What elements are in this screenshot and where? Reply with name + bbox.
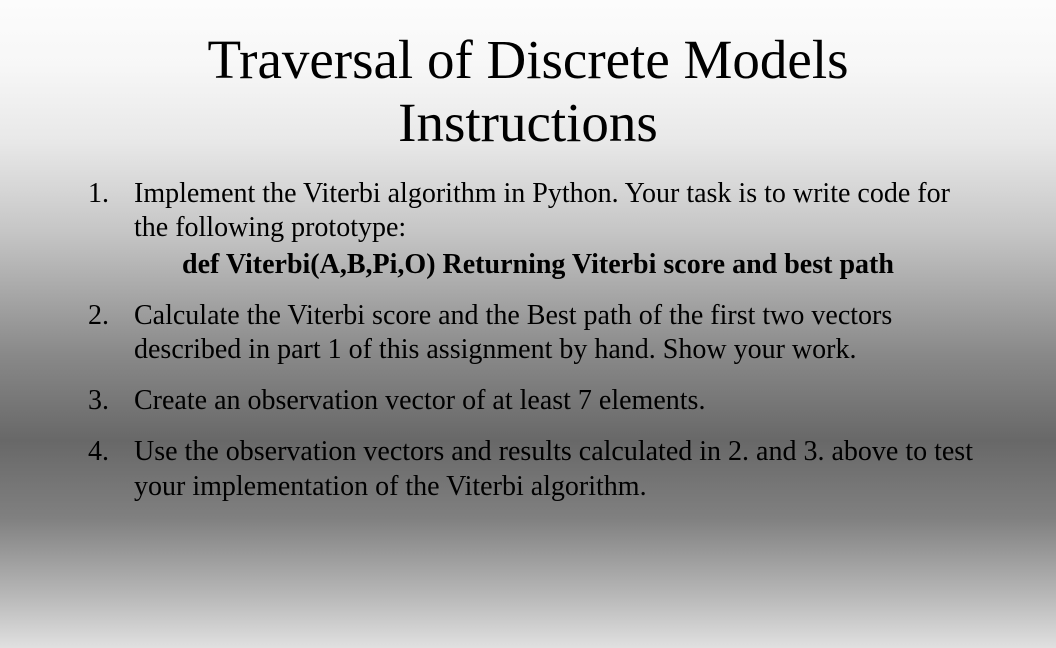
- list-item: Implement the Viterbi algorithm in Pytho…: [134, 177, 988, 283]
- list-item: Use the observation vectors and results …: [134, 435, 988, 504]
- instructions-list: Implement the Viterbi algorithm in Pytho…: [68, 177, 988, 505]
- title-line-2: Instructions: [398, 92, 658, 153]
- list-item: Create an observation vector of at least…: [134, 384, 988, 419]
- list-item-text: Use the observation vectors and results …: [134, 436, 973, 502]
- slide-title: Traversal of Discrete Models Instruction…: [68, 28, 988, 155]
- list-item: Calculate the Viterbi score and the Best…: [134, 299, 988, 368]
- list-item-text: Create an observation vector of at least…: [134, 385, 705, 416]
- list-item-text: Implement the Viterbi algorithm in Pytho…: [134, 178, 950, 244]
- title-line-1: Traversal of Discrete Models: [207, 29, 848, 90]
- list-item-text: Calculate the Viterbi score and the Best…: [134, 300, 892, 366]
- prototype-code: def Viterbi(A,B,Pi,O) Returning Viterbi …: [182, 248, 978, 283]
